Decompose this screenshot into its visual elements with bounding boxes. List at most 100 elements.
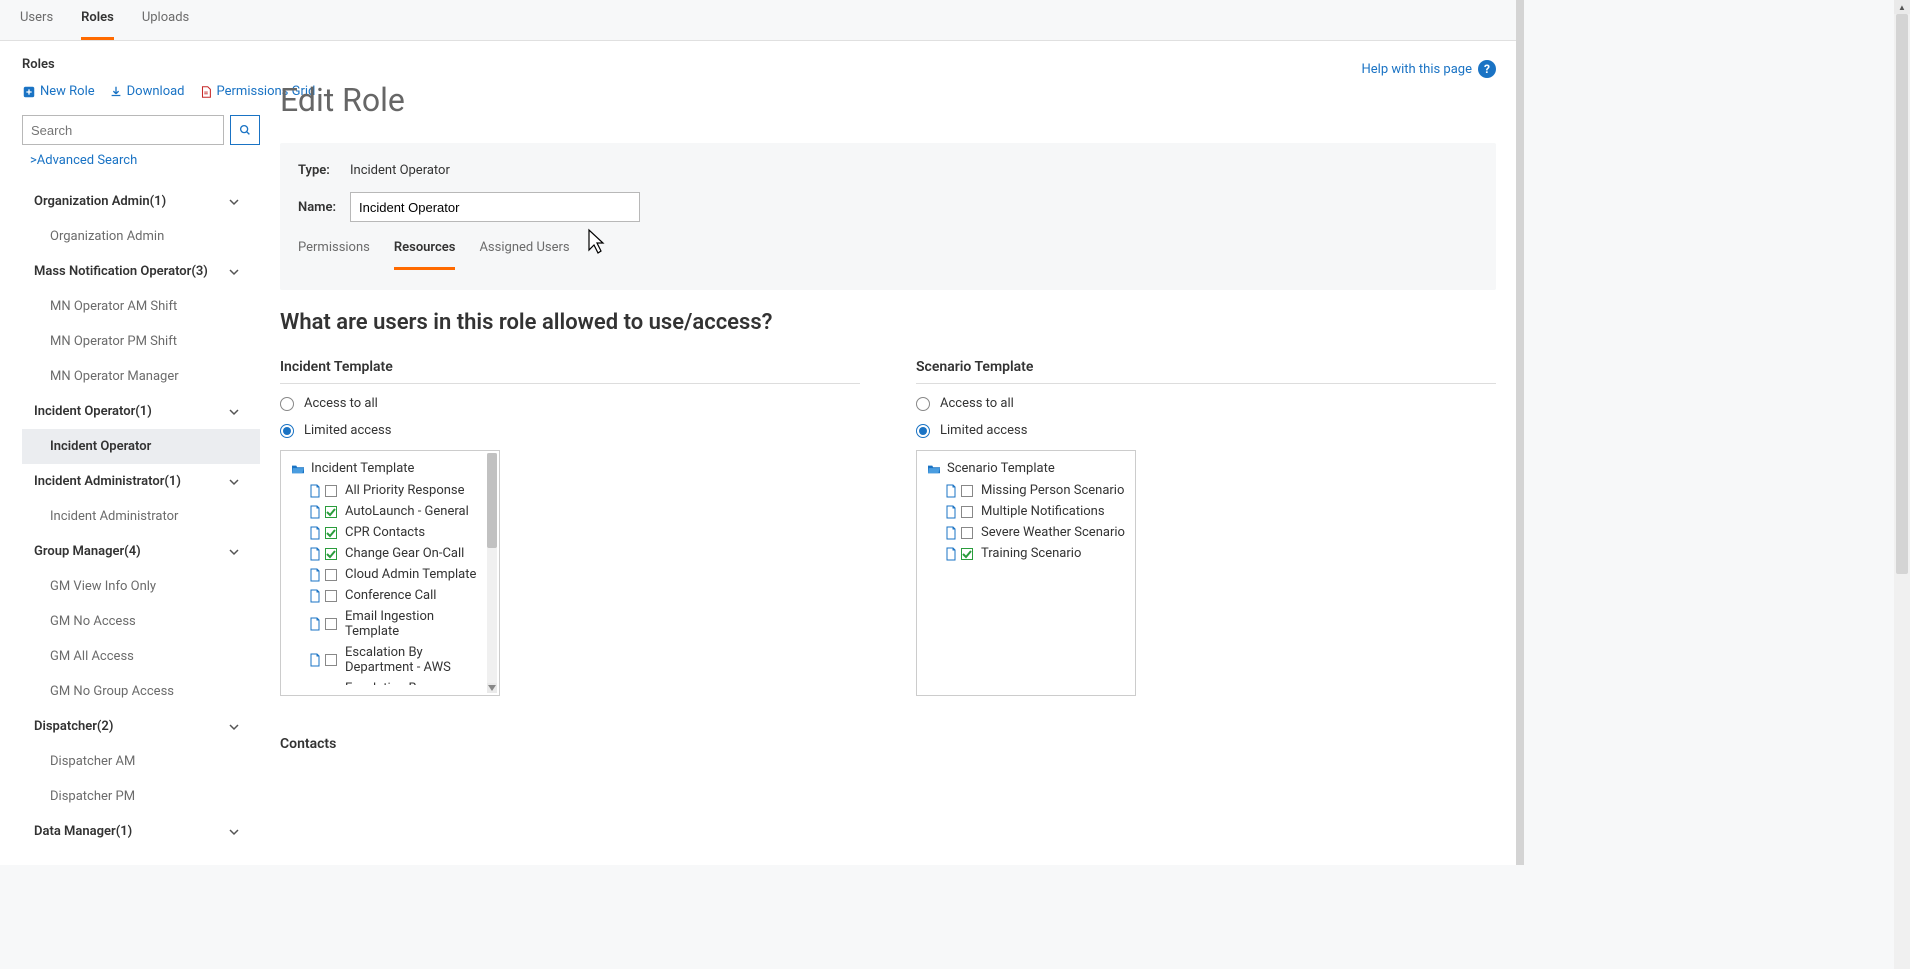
incident-access-all-radio[interactable]: Access to all	[280, 396, 860, 411]
scenario-limited-radio[interactable]: Limited access	[916, 423, 1496, 438]
new-role-label: New Role	[40, 84, 95, 99]
plus-icon	[22, 85, 36, 99]
tree-root[interactable]: Scenario Template	[927, 461, 1125, 476]
tree-scrollbar[interactable]	[487, 453, 497, 693]
role-group-header[interactable]: Incident Administrator(1)	[22, 464, 260, 499]
search-input[interactable]	[22, 115, 224, 145]
radio-icon	[916, 424, 930, 438]
chevron-down-icon	[228, 721, 240, 733]
tree-item[interactable]: Multiple Notifications	[927, 501, 1125, 522]
checkbox[interactable]	[961, 485, 973, 497]
tree-item[interactable]: Conference Call	[291, 585, 489, 606]
role-item[interactable]: MN Operator AM Shift	[22, 289, 260, 324]
tree-item-label: Conference Call	[345, 588, 436, 603]
radio-icon	[280, 424, 294, 438]
scenario-template-col: Scenario Template Access to all Limited …	[916, 359, 1496, 696]
tree-item[interactable]: AutoLaunch - General	[291, 501, 489, 522]
tree-item-label: Escalation By Department - AWS	[345, 645, 489, 675]
role-item[interactable]: GM No Group Access	[22, 674, 260, 709]
chevron-down-icon	[228, 266, 240, 278]
tree-item[interactable]: Escalation By Department - AWS	[291, 642, 489, 678]
role-group-label: Organization Admin(1)	[34, 194, 166, 209]
role-group-header[interactable]: Organization Admin(1)	[22, 184, 260, 219]
help-link[interactable]: Help with this page ?	[1362, 60, 1497, 78]
checkbox[interactable]	[961, 548, 973, 560]
role-group-header[interactable]: Group Manager(4)	[22, 534, 260, 569]
role-item[interactable]: Incident Operator	[22, 429, 260, 464]
tree-item[interactable]: Missing Person Scenario	[927, 480, 1125, 501]
role-item[interactable]: Organization Admin	[22, 219, 260, 254]
incident-limited-radio[interactable]: Limited access	[280, 423, 860, 438]
checkbox[interactable]	[325, 506, 337, 518]
checkbox[interactable]	[325, 618, 337, 630]
tab-roles[interactable]: Roles	[81, 10, 114, 40]
sidebar-toolbar: New Role Download Permissions Grid	[22, 84, 260, 99]
top-tabs: Users Roles Uploads	[0, 0, 1516, 41]
incident-tree[interactable]: Incident Template All Priority ResponseA…	[280, 450, 500, 696]
scrollbar-thumb[interactable]	[487, 453, 497, 548]
tree-item[interactable]: Severe Weather Scenario	[927, 522, 1125, 543]
scenario-tree[interactable]: Scenario Template Missing Person Scenari…	[916, 450, 1136, 696]
tree-item[interactable]: Escalation By Department - Cloud	[291, 678, 489, 685]
search-icon	[238, 123, 252, 137]
scenario-header: Scenario Template	[916, 359, 1496, 384]
main-panel: Edit Role Type: Incident Operator Name: …	[260, 41, 1516, 865]
checkbox[interactable]	[961, 506, 973, 518]
sub-tab-assigned-users[interactable]: Assigned Users	[479, 240, 569, 270]
tree-item-label: Email Ingestion Template	[345, 609, 489, 639]
name-input[interactable]	[350, 192, 640, 222]
role-group-label: Data Manager(1)	[34, 824, 132, 839]
checkbox[interactable]	[325, 527, 337, 539]
role-item[interactable]: Dispatcher AM	[22, 744, 260, 779]
document-icon	[945, 484, 957, 498]
new-role-button[interactable]: New Role	[22, 84, 95, 99]
checkbox[interactable]	[325, 548, 337, 560]
role-item[interactable]: MN Operator Manager	[22, 359, 260, 394]
sub-tab-resources[interactable]: Resources	[394, 240, 456, 270]
type-value: Incident Operator	[350, 163, 450, 178]
role-item[interactable]: Dispatcher PM	[22, 779, 260, 814]
checkbox[interactable]	[325, 569, 337, 581]
role-group-header[interactable]: Mass Notification Operator(3)	[22, 254, 260, 289]
tree-root-label: Incident Template	[311, 461, 414, 476]
tree-item-label: Escalation By Department - Cloud	[345, 681, 489, 685]
checkbox[interactable]	[325, 485, 337, 497]
advanced-search-link[interactable]: >Advanced Search	[22, 153, 137, 168]
role-item[interactable]: GM All Access	[22, 639, 260, 674]
document-icon	[309, 526, 321, 540]
role-group-header[interactable]: Data Manager(1)	[22, 814, 260, 849]
tab-users[interactable]: Users	[20, 10, 53, 40]
tree-item-label: CPR Contacts	[345, 525, 425, 540]
window-scrollbar[interactable]: ▲	[1894, 0, 1910, 969]
checkbox[interactable]	[961, 527, 973, 539]
scrollbar-down-icon[interactable]	[487, 683, 497, 693]
tree-item[interactable]: Cloud Admin Template	[291, 564, 489, 585]
tree-root[interactable]: Incident Template	[291, 461, 489, 476]
role-group-header[interactable]: Dispatcher(2)	[22, 709, 260, 744]
tree-item[interactable]: Email Ingestion Template	[291, 606, 489, 642]
role-item[interactable]: GM View Info Only	[22, 569, 260, 604]
scrollbar-thumb[interactable]	[1896, 14, 1908, 574]
role-item[interactable]: GM No Access	[22, 604, 260, 639]
checkbox[interactable]	[325, 654, 337, 666]
role-group-header[interactable]: Incident Operator(1)	[22, 394, 260, 429]
tree-item[interactable]: CPR Contacts	[291, 522, 489, 543]
tree-item[interactable]: All Priority Response	[291, 480, 489, 501]
tree-item[interactable]: Change Gear On-Call	[291, 543, 489, 564]
search-button[interactable]	[230, 115, 260, 145]
sidebar: Roles New Role Download Permissions Grid	[0, 41, 260, 865]
role-item[interactable]: MN Operator PM Shift	[22, 324, 260, 359]
incident-limited-label: Limited access	[304, 423, 391, 438]
document-icon	[309, 653, 321, 667]
download-icon	[109, 85, 123, 99]
tree-item[interactable]: Training Scenario	[927, 543, 1125, 564]
checkbox[interactable]	[325, 590, 337, 602]
cursor-icon	[586, 228, 606, 256]
sub-tab-permissions[interactable]: Permissions	[298, 240, 370, 270]
scenario-limited-label: Limited access	[940, 423, 1027, 438]
scroll-up-icon[interactable]: ▲	[1894, 0, 1910, 14]
scenario-access-all-radio[interactable]: Access to all	[916, 396, 1496, 411]
role-item[interactable]: Incident Administrator	[22, 499, 260, 534]
download-button[interactable]: Download	[109, 84, 185, 99]
tab-uploads[interactable]: Uploads	[142, 10, 189, 40]
